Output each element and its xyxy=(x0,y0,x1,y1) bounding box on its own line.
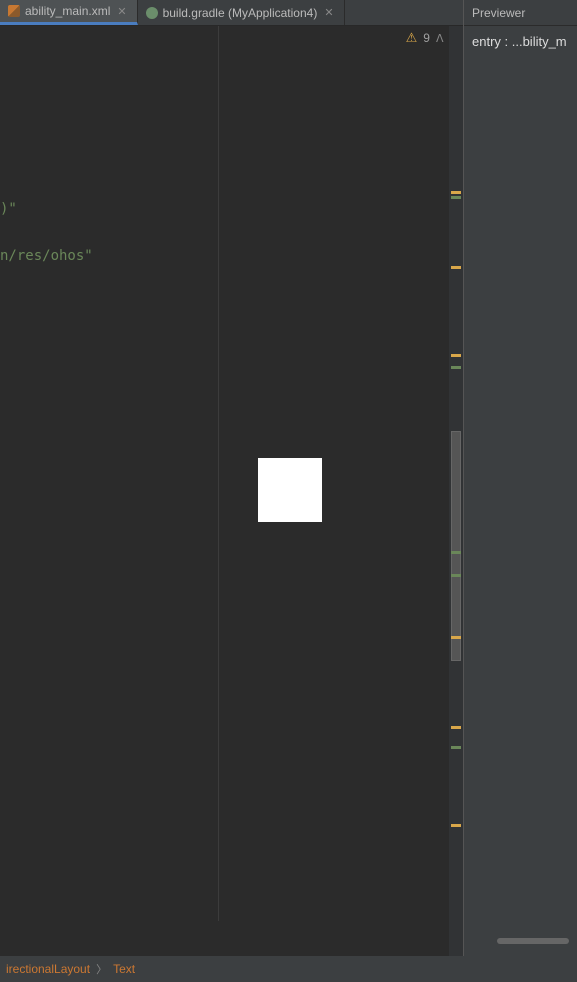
chevron-right-icon: 〉 xyxy=(96,961,107,977)
code-fragment: n/res/ohos" xyxy=(0,248,93,264)
close-icon[interactable]: ✕ xyxy=(322,6,335,19)
editor-area[interactable]: )" n/res/ohos" xyxy=(0,26,463,956)
stripe-marker-warning[interactable] xyxy=(451,191,461,194)
stripe-marker-warning[interactable] xyxy=(451,636,461,639)
tab-label: ability_main.xml xyxy=(25,4,110,18)
previewer-panel: Previewer entry : ...bility_m xyxy=(463,0,577,982)
scrollbar-thumb[interactable] xyxy=(451,431,461,661)
tab-label: build.gradle (MyApplication4) xyxy=(163,6,318,20)
warning-count: 9 xyxy=(423,31,430,45)
preview-component-box xyxy=(258,458,322,522)
breadcrumb: irectionalLayout 〉 Text xyxy=(0,956,577,982)
stripe-marker-ok[interactable] xyxy=(451,551,461,554)
warning-icon: ⚠ xyxy=(406,30,418,46)
breadcrumb-item[interactable]: Text xyxy=(113,962,135,976)
stripe-marker-ok[interactable] xyxy=(451,746,461,749)
breadcrumb-item[interactable]: irectionalLayout xyxy=(6,962,90,976)
stripe-marker-warning[interactable] xyxy=(451,824,461,827)
xml-file-icon xyxy=(8,5,20,17)
stripe-marker-ok[interactable] xyxy=(451,366,461,369)
gradle-file-icon xyxy=(146,7,158,19)
error-stripe[interactable] xyxy=(449,26,463,956)
code-fragment: )" xyxy=(0,201,17,217)
stripe-marker-warning[interactable] xyxy=(451,354,461,357)
tab-active[interactable]: ability_main.xml ✕ xyxy=(0,0,138,25)
chevron-up-icon[interactable]: ᐱ xyxy=(436,32,444,45)
previewer-entry-text: entry : ...bility_m xyxy=(464,26,577,57)
close-icon[interactable]: ✕ xyxy=(115,5,128,18)
horizontal-scrollbar[interactable] xyxy=(497,938,569,944)
editor-guide-line xyxy=(218,26,219,921)
previewer-title: Previewer xyxy=(472,6,525,20)
stripe-marker-warning[interactable] xyxy=(451,266,461,269)
previewer-header[interactable]: Previewer xyxy=(464,0,577,26)
stripe-marker-ok[interactable] xyxy=(451,196,461,199)
tab-inactive[interactable]: build.gradle (MyApplication4) ✕ xyxy=(138,0,345,25)
stripe-marker-ok[interactable] xyxy=(451,574,461,577)
stripe-marker-warning[interactable] xyxy=(451,726,461,729)
